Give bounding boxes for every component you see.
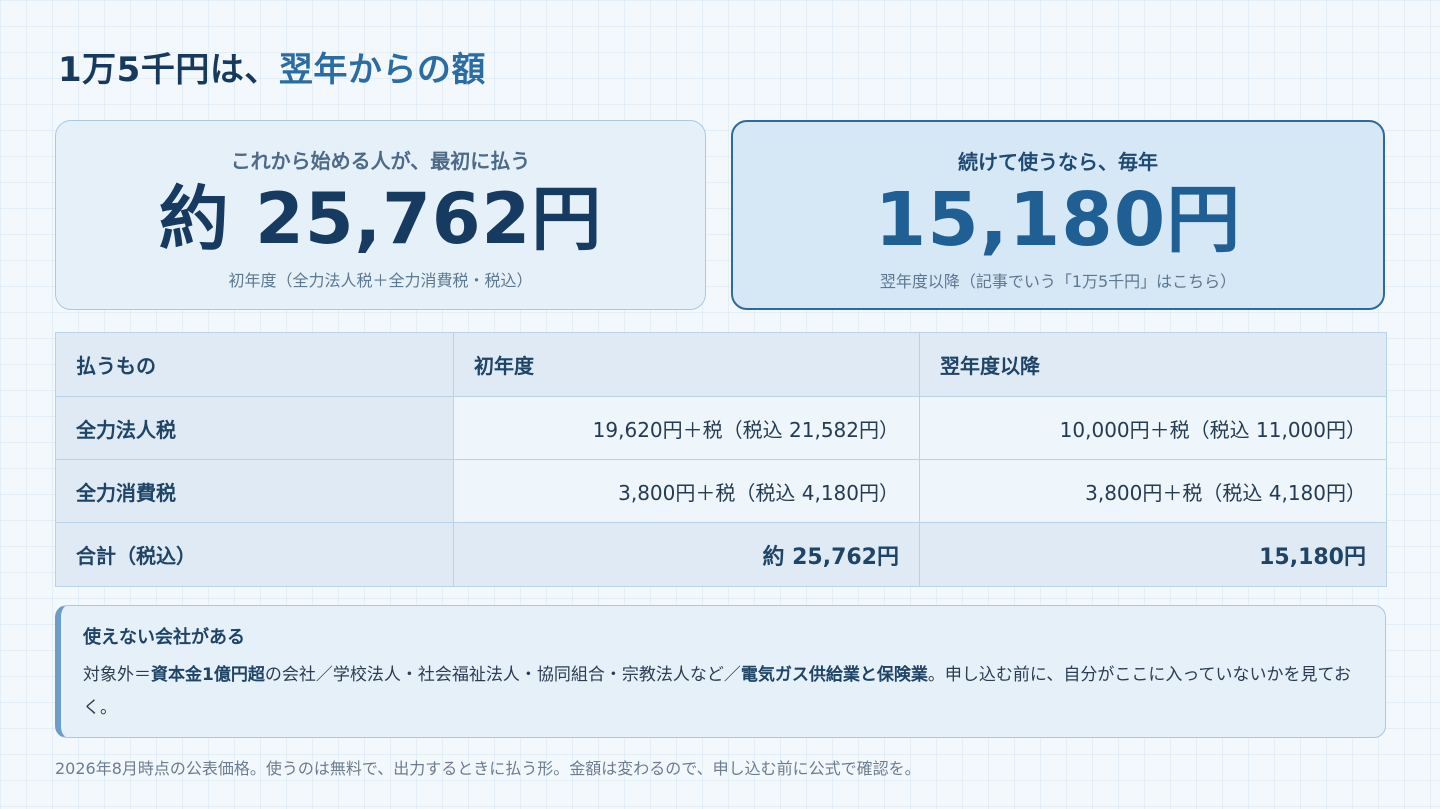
- table-header-first-year: 初年度: [453, 332, 920, 397]
- table-cell-following-years: 3,800円＋税（税込 4,180円）: [919, 459, 1387, 523]
- page-title: 1万5千円は、翌年からの額: [58, 42, 486, 91]
- table-row: 全力法人税 19,620円＋税（税込 21,582円） 10,000円＋税（税込…: [55, 396, 1387, 460]
- following-years-card-amount: 15,180円: [874, 177, 1242, 263]
- page-title-accent: 翌年からの額: [278, 50, 486, 90]
- notice-body: 対象外＝資本金1億円超の会社／学校法人・社会福祉法人・協同組合・宗教法人など／電…: [83, 659, 1361, 725]
- table-cell-first-year: 3,800円＋税（税込 4,180円）: [453, 459, 920, 523]
- first-year-card: これから始める人が、最初に払う 約 25,762円 初年度（全力法人税＋全力消費…: [55, 120, 706, 310]
- notice-emphasis-industries: 電気ガス供給業と保険業: [740, 665, 928, 685]
- table-cell-item: 全力法人税: [55, 396, 454, 460]
- footer-note: 2026年8月時点の公表価格。使うのは無料で、出力するときに払う形。金額は変わる…: [55, 759, 921, 778]
- notice-emphasis-capital: 資本金1億円超: [151, 665, 265, 685]
- notice-title: 使えない会社がある: [83, 627, 245, 648]
- table-total-label: 合計（税込）: [55, 522, 454, 587]
- first-year-card-note: 初年度（全力法人税＋全力消費税・税込）: [228, 271, 533, 290]
- table-total-row: 合計（税込） 約 25,762円 15,180円: [55, 522, 1387, 587]
- cost-table: 払うもの 初年度 翌年度以降 全力法人税 19,620円＋税（税込 21,582…: [55, 332, 1387, 587]
- table-cell-following-years: 10,000円＋税（税込 11,000円）: [919, 396, 1387, 460]
- page-title-prefix: 1万5千円は、: [58, 50, 279, 90]
- notice-box: 使えない会社がある 対象外＝資本金1億円超の会社／学校法人・社会福祉法人・協同組…: [55, 605, 1386, 738]
- following-years-card-note: 翌年度以降（記事でいう「1万5千円」はこちら）: [879, 272, 1237, 291]
- table-total-first-year: 約 25,762円: [453, 522, 920, 587]
- table-header-row: 払うもの 初年度 翌年度以降: [55, 332, 1387, 397]
- first-year-card-label: これから始める人が、最初に払う: [230, 149, 531, 173]
- notice-text: 対象外＝: [83, 665, 151, 685]
- first-year-card-amount: 約 25,762円: [158, 178, 603, 260]
- following-years-card-label: 続けて使うなら、毎年: [958, 150, 1158, 174]
- notice-text: の会社／学校法人・社会福祉法人・協同組合・宗教法人など／: [264, 665, 741, 685]
- table-cell-first-year: 19,620円＋税（税込 21,582円）: [453, 396, 920, 460]
- table-total-following-years: 15,180円: [919, 522, 1387, 587]
- table-header-item: 払うもの: [55, 332, 454, 397]
- table-header-following-years: 翌年度以降: [919, 332, 1387, 397]
- following-years-card: 続けて使うなら、毎年 15,180円 翌年度以降（記事でいう「1万5千円」はこち…: [731, 120, 1385, 310]
- table-cell-item: 全力消費税: [55, 459, 454, 523]
- table-row: 全力消費税 3,800円＋税（税込 4,180円） 3,800円＋税（税込 4,…: [55, 459, 1387, 523]
